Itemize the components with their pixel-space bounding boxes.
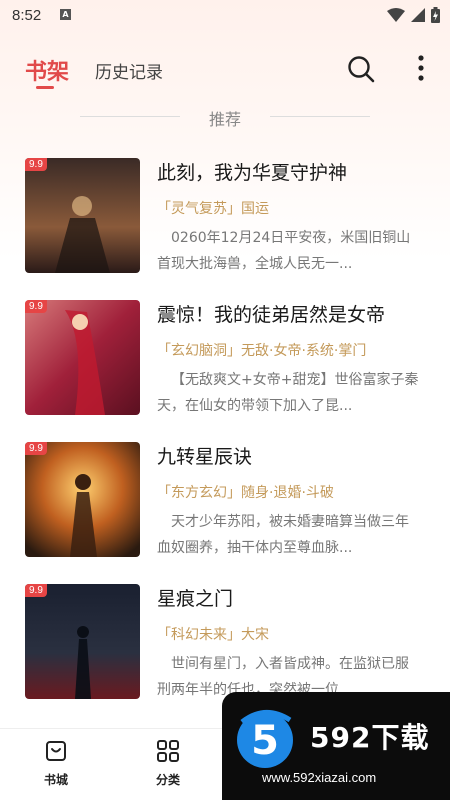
tab-history[interactable]: 历史记录 (95, 58, 163, 83)
book-tags: 「灵气复苏」国运 (157, 201, 269, 217)
status-icons (387, 7, 440, 23)
book-cover[interactable]: 9.9 (25, 442, 140, 557)
book-title: 震惊！我的徒弟居然是女帝 (157, 304, 386, 326)
wifi-icon (387, 8, 405, 22)
rating-badge: 9.9 (25, 158, 47, 171)
cover-image (25, 584, 140, 699)
status-time: 8:52 (12, 7, 42, 24)
more-options-button[interactable] (412, 52, 430, 86)
notification-icon: A (60, 9, 71, 20)
book-tags: 「东方玄幻」随身·退婚·斗破 (157, 485, 334, 501)
cover-image (25, 300, 140, 415)
signal-icon (411, 8, 425, 22)
cover-image (25, 442, 140, 557)
book-description: 【无敌爽文+女帝+甜宠】世俗富家子秦天，在仙女的带领下加入了昆... (157, 372, 419, 414)
active-tab-indicator (36, 86, 54, 89)
book-title: 星痕之门 (157, 588, 234, 610)
rating-badge: 9.9 (25, 442, 47, 455)
book-tags: 「玄幻脑洞」无敌·女帝·系统·掌门 (157, 343, 367, 359)
nav-category[interactable]: 分类 (138, 739, 198, 788)
nav-bookstore[interactable]: 书城 (26, 739, 86, 788)
watermark-brand: 592下载 (310, 721, 430, 754)
watermark-icon: 5 (237, 710, 293, 768)
book-cover[interactable]: 9.9 (25, 584, 140, 699)
book-tags: 「科幻未来」大宋 (157, 627, 269, 643)
recommend-section-header: 推荐 (0, 104, 450, 132)
book-cover[interactable]: 9.9 (25, 158, 140, 273)
nav-label: 书城 (43, 773, 68, 787)
tab-bookshelf[interactable]: 书架 (25, 54, 69, 86)
rating-badge: 9.9 (25, 300, 47, 313)
book-cover[interactable]: 9.9 (25, 300, 140, 415)
battery-icon (431, 7, 440, 23)
search-icon (348, 56, 375, 83)
bookstore-icon (46, 741, 66, 761)
book-title: 此刻，我为华夏守护神 (157, 162, 348, 184)
category-grid-icon (157, 740, 179, 762)
status-bar: 8:52 A (0, 0, 450, 34)
more-vertical-icon (418, 55, 424, 81)
watermark-url: www.592xiazai.com (262, 770, 377, 785)
book-description: 0260年12月24日平安夜，米国旧铜山首现大批海兽，全城人民无一... (157, 230, 411, 272)
book-title: 九转星辰诀 (157, 446, 253, 468)
book-item[interactable]: 9.9 此刻，我为华夏守护神 「灵气复苏」国运 0260年12月24日平安夜，米… (0, 158, 450, 288)
section-title: 推荐 (208, 110, 241, 129)
book-item[interactable]: 9.9 震惊！我的徒弟居然是女帝 「玄幻脑洞」无敌·女帝·系统·掌门 【无敌爽文… (0, 300, 450, 430)
watermark-logo: 5 592下载 www.592xiazai.com (222, 692, 450, 800)
book-item[interactable]: 9.9 九转星辰诀 「东方玄幻」随身·退婚·斗破 天才少年苏阳，被未婚妻暗算当做… (0, 442, 450, 572)
rating-badge: 9.9 (25, 584, 47, 597)
svg-text:5: 5 (251, 718, 279, 764)
search-button[interactable] (346, 54, 376, 84)
header: 书架 历史记录 (0, 40, 450, 100)
nav-label: 分类 (155, 773, 180, 787)
cover-image (25, 158, 140, 273)
book-description: 天才少年苏阳，被未婚妻暗算当做三年血奴圈养，抽干体内至尊血脉... (157, 514, 409, 556)
divider-right (270, 116, 370, 117)
